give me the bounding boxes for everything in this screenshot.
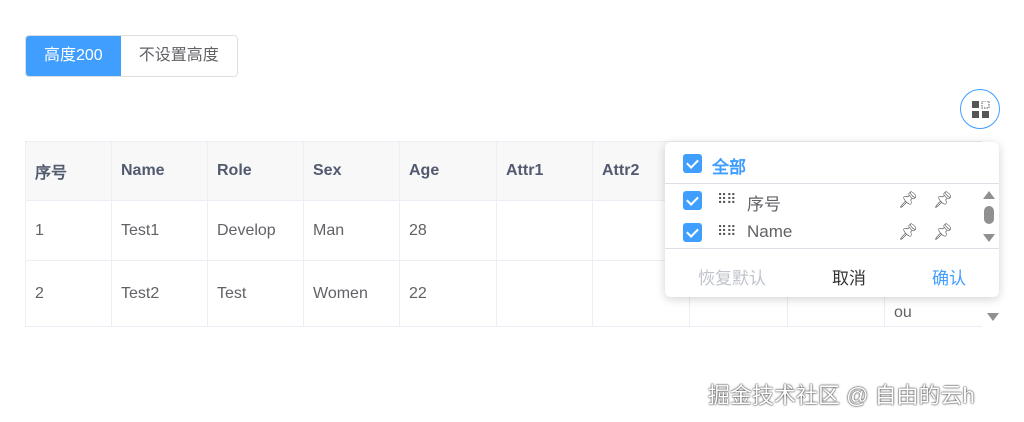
- pin-left-icon[interactable]: 📌︎: [898, 190, 918, 210]
- cell: Test2: [111, 260, 208, 327]
- cell: 2: [25, 260, 112, 327]
- reset-button[interactable]: 恢复默认: [698, 264, 766, 289]
- column-checkbox[interactable]: [683, 223, 702, 242]
- height-200-button[interactable]: 高度200: [26, 36, 121, 76]
- confirm-button[interactable]: 确认: [932, 264, 966, 289]
- grid-settings-icon: [972, 101, 990, 118]
- header-cell: Age: [399, 141, 497, 201]
- scroll-down-icon[interactable]: [983, 234, 995, 242]
- pin-right-icon[interactable]: 📌︎: [933, 190, 953, 210]
- pin-right-icon[interactable]: 📌︎: [933, 222, 953, 242]
- cell: Test1: [111, 200, 208, 261]
- header-cell: Attr1: [496, 141, 593, 201]
- cell: [496, 260, 593, 327]
- cell: 28: [399, 200, 497, 261]
- no-height-button[interactable]: 不设置高度: [121, 36, 237, 76]
- header-cell: Role: [207, 141, 304, 201]
- column-settings-button[interactable]: [960, 89, 1000, 129]
- column-label: 序号: [747, 195, 781, 214]
- column-checkbox[interactable]: [683, 191, 702, 210]
- cell: [496, 200, 593, 261]
- select-all-checkbox[interactable]: [683, 154, 702, 173]
- scroll-up-icon[interactable]: [983, 191, 995, 199]
- cell: Women: [303, 260, 400, 327]
- divider: [665, 248, 999, 249]
- cell: 1: [25, 200, 112, 261]
- header-cell: Name: [111, 141, 208, 201]
- cell: 22: [399, 260, 497, 327]
- scroll-down-icon[interactable]: [987, 313, 999, 321]
- column-label: Name: [747, 222, 793, 241]
- cell: Test: [207, 260, 304, 327]
- header-cell: 序号: [25, 141, 112, 201]
- height-toggle-group: 高度200 不设置高度: [25, 35, 238, 77]
- select-all-label: 全部: [712, 158, 746, 177]
- popover-scrollbar-thumb[interactable]: [984, 206, 994, 224]
- divider: [665, 183, 999, 184]
- header-cell: Sex: [303, 141, 400, 201]
- column-settings-popover: 全部 ⠿⠿ 序号 📌︎ 📌︎ ⠿⠿ Name 📌︎ 📌︎ 恢复默认 取消 确认: [665, 142, 999, 297]
- drag-handle-icon[interactable]: ⠿⠿: [717, 191, 736, 208]
- drag-handle-icon[interactable]: ⠿⠿: [717, 223, 736, 240]
- pin-left-icon[interactable]: 📌︎: [898, 222, 918, 242]
- cancel-button[interactable]: 取消: [832, 264, 866, 289]
- cell: Develop: [207, 200, 304, 261]
- watermark: 掘金技术社区 @ 自由的云h: [708, 383, 975, 408]
- cell: Man: [303, 200, 400, 261]
